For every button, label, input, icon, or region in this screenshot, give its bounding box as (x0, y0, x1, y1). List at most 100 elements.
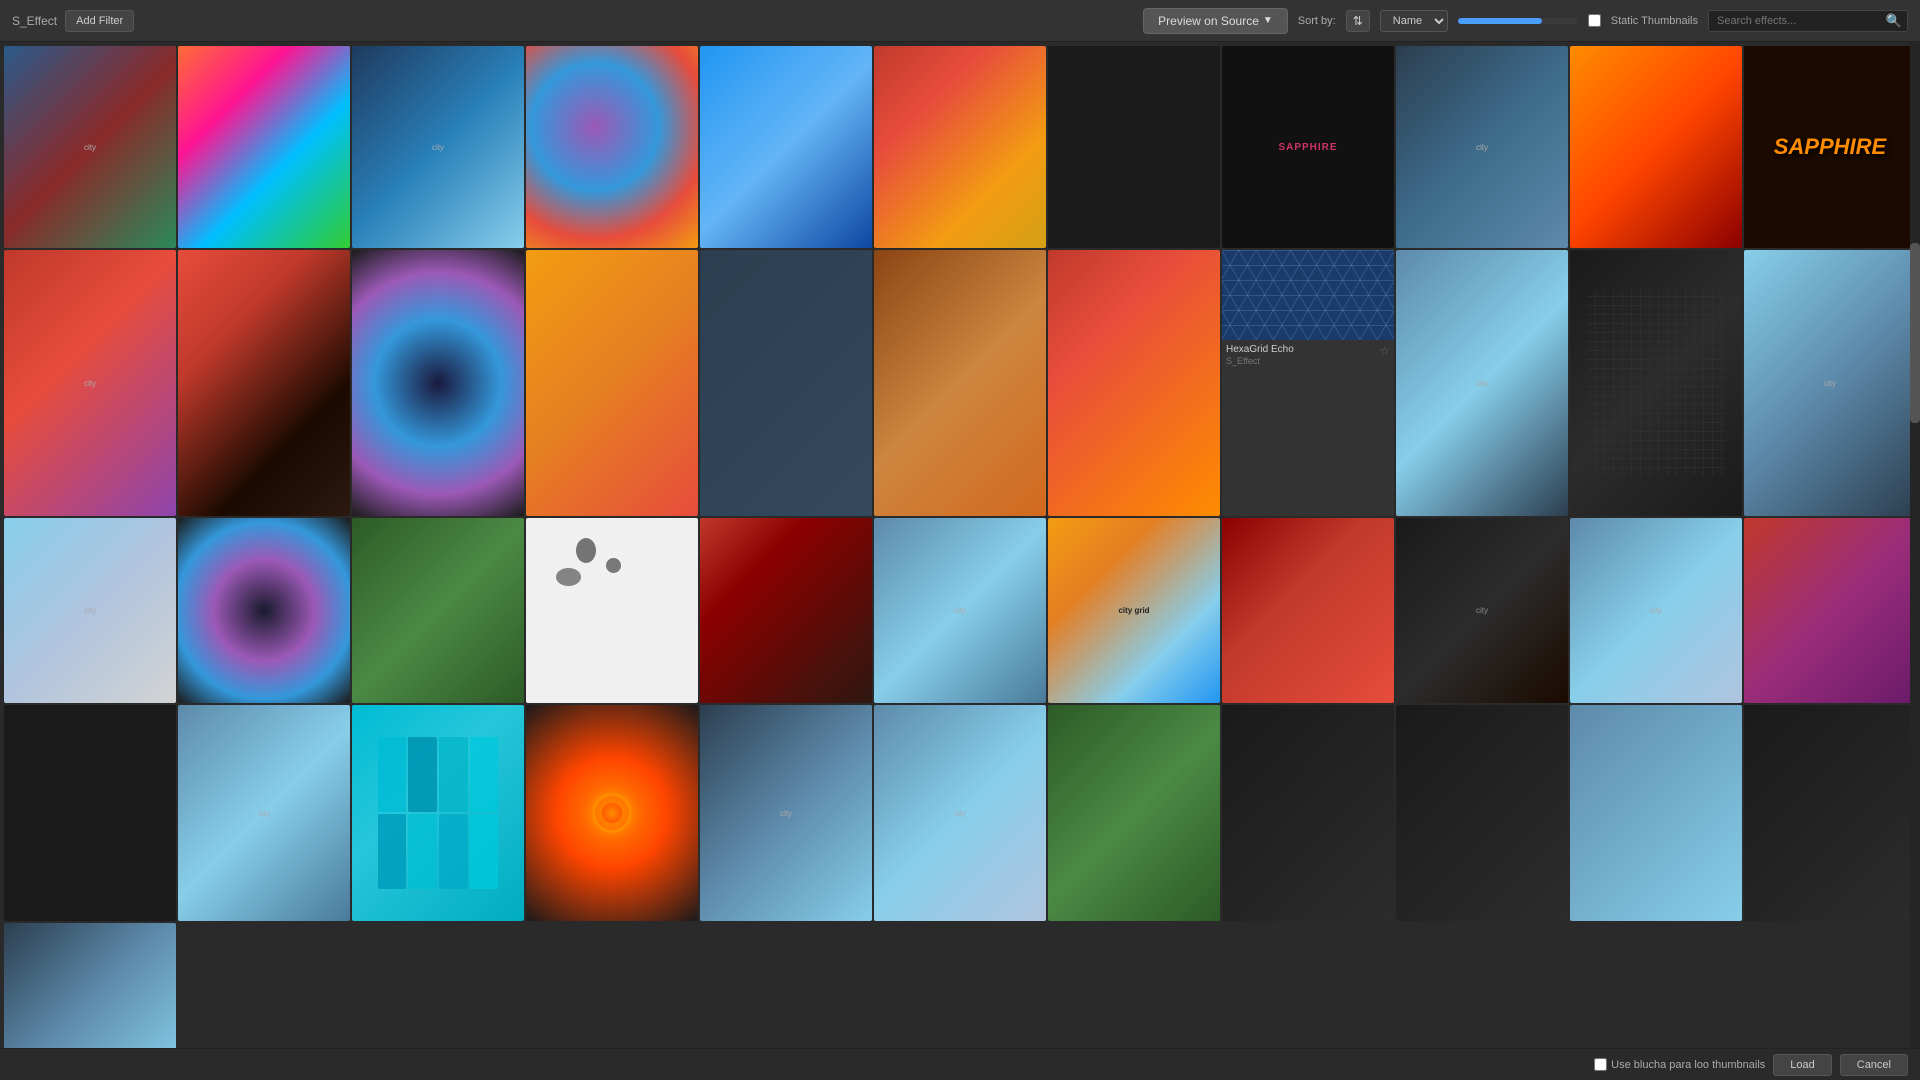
scrollbar-track[interactable] (1910, 42, 1920, 1048)
effect-item-hexaflux[interactable]: HexaFlux S_Effect ☆ (1048, 250, 1220, 516)
cancel-button[interactable]: Cancel (1840, 1054, 1908, 1076)
effect-thumbnail (352, 705, 524, 921)
effect-item-light-gizmo[interactable]: Light Gizmo S_Effect ☆ (526, 705, 698, 921)
effect-item-lcd[interactable]: city LCD Screen S_Effect ☆ (178, 705, 350, 921)
effect-item-halloween[interactable]: Halloween S_Effect ☆ (1570, 46, 1742, 248)
effect-item-glitchy-sort[interactable]: Glitchy Sort S_Effect ☆ (178, 46, 350, 248)
effect-thumbnail (874, 46, 1046, 248)
effect-item-head-dress[interactable]: Head Dress S_Effect ☆ (352, 250, 524, 516)
effect-item-glitch[interactable]: city Glitch S_Effect ☆ (4, 46, 176, 248)
effect-item-ink-blotch[interactable]: Ink Blotch S_Effect ☆ (526, 518, 698, 703)
bottom-bar: Use blucha para loo thumbnails Load Canc… (0, 1048, 1920, 1080)
effect-item-halt-fire[interactable]: city Halt and Catch Fire S_Effect ☆ (4, 250, 176, 516)
effect-thumbnail (1048, 46, 1220, 248)
static-thumbnails-checkbox[interactable] (1588, 14, 1601, 27)
sapphire-text-label: SAPPHIRE (1774, 134, 1886, 160)
effect-thumbnail (1744, 705, 1916, 921)
sort-slider[interactable] (1458, 18, 1578, 24)
blucha-text: Use blucha para loo thumbnails (1611, 1059, 1765, 1071)
effect-thumbnail (178, 250, 350, 516)
effect-item-layered-paper[interactable]: Layered Paper Shreds S_Effect ☆ (1744, 518, 1916, 703)
effect-thumbnail: SAPPHIRE (1222, 46, 1394, 248)
add-filter-button[interactable]: Add Filter (65, 10, 134, 32)
effect-thumbnail (178, 46, 350, 248)
effect-item-light-squares[interactable]: Light Squares S_Effect ☆ (1048, 705, 1220, 921)
effects-grid: city Glitch S_Effect ☆ Glitchy Sort S_Ef… (0, 42, 1920, 1080)
effect-thumbnail: city (1744, 250, 1916, 516)
effect-thumbnail (526, 518, 698, 703)
effect-item-grunge-wall[interactable]: Grunge Wall S_Effect ☆ (1048, 46, 1220, 248)
effect-thumbnail (352, 518, 524, 703)
effect-thumbnail (1222, 518, 1394, 703)
effect-item-bottom2[interactable] (1396, 705, 1568, 921)
effect-item-layered-rain[interactable]: Layered Rain S_Effect ☆ (4, 705, 176, 921)
app-title: S_Effect (12, 14, 57, 28)
effect-item-hologram[interactable]: city Hologram S_Effect ☆ (1744, 250, 1916, 516)
effect-item-heat-haze[interactable]: Heat Haze S_Effect ☆ (526, 250, 698, 516)
effect-item-light-pegs[interactable]: city Light Pegs S_Effect ☆ (700, 705, 872, 921)
effect-thumbnail: city (1396, 46, 1568, 248)
effect-thumbnail (874, 250, 1046, 516)
favorite-icon[interactable]: ☆ (1379, 344, 1390, 358)
blucha-checkbox[interactable] (1594, 1058, 1607, 1071)
effect-thumbnail: city (874, 705, 1046, 921)
effect-item-bottom1[interactable] (1222, 705, 1394, 921)
sort-name-select[interactable]: Name (1380, 10, 1448, 32)
effect-thumbnail (700, 250, 872, 516)
effect-thumbnail (700, 46, 872, 248)
load-button[interactable]: Load (1773, 1054, 1831, 1076)
effect-item-interlock[interactable]: city Interlock Reveal S_Effect ☆ (874, 518, 1046, 703)
search-container: 🔍 (1708, 10, 1908, 32)
effect-thumbnail (700, 518, 872, 703)
effect-item-light-blocks[interactable]: Light Blocks S_Effect ☆ (352, 705, 524, 921)
effect-thumbnail (1396, 705, 1568, 921)
effect-thumbnail (4, 705, 176, 921)
effect-item-dragonfly[interactable]: SAPPHIRE Dragonfly Alpha S_Effect ☆ (1222, 46, 1394, 248)
effect-thumbnail (526, 250, 698, 516)
chevron-down-icon: ▼ (1263, 15, 1273, 26)
effect-item-light-shaft[interactable]: city Light Shaft with Dust S_Effect ☆ (874, 705, 1046, 921)
effect-thumbnail (1570, 46, 1742, 248)
effect-item-incandescent[interactable]: Incandescent Light... S_Effect ☆ (352, 518, 524, 703)
effect-item-late-night[interactable]: city Late Night Haze S_Effect ☆ (1396, 518, 1568, 703)
effect-thumbnail: city (178, 705, 350, 921)
effect-item-layered-flash[interactable]: city Layered Flashbulb S_Effect ☆ (1570, 518, 1742, 703)
effect-thumbnail (1048, 705, 1220, 921)
effect-thumbnail (1570, 250, 1742, 516)
effect-item-bottom3[interactable] (1570, 705, 1742, 921)
effect-item-bottom4[interactable] (1744, 705, 1916, 921)
search-icon: 🔍 (1886, 13, 1902, 29)
effect-item-here-dragons[interactable]: Here Be Dragons S_Effect ☆ (700, 250, 872, 516)
effect-item-hexagrid[interactable]: HexaGrid Echo S_Effect ☆ (1222, 250, 1394, 516)
effect-item-gradient-bokeh[interactable]: Gradient with Bokeh... S_Effect ☆ (526, 46, 698, 248)
effect-item-instant-motion[interactable]: Instant Motion... S_Effect ☆ (700, 518, 872, 703)
effect-item-grunge-treatment[interactable]: Grunge Treatment S_Effect ☆ (874, 46, 1046, 248)
effect-item-harbor[interactable]: Harbor Dreams S_Effect ☆ (178, 250, 350, 516)
effect-thumbnail (1222, 705, 1394, 921)
sort-label: Sort by: (1298, 15, 1336, 27)
effect-thumbnail: city (4, 518, 176, 703)
effect-item-hyperspace[interactable]: HyperSpace S_Effect ☆ (178, 518, 350, 703)
preview-on-source-button[interactable]: Preview on Source ▼ (1143, 8, 1288, 34)
effect-item-home-movie[interactable]: city Home Movie S_Effect ☆ (4, 518, 176, 703)
effect-thumbnail: city (4, 46, 176, 248)
effect-thumbnail: city grid (1048, 518, 1220, 703)
effect-item-holey-wall[interactable]: Holey Wall S_Effect ☆ (1570, 250, 1742, 516)
effect-item-jumbo[interactable]: city grid Jumb-O-tron S_Effect ☆ (1048, 518, 1220, 703)
effect-item-laser[interactable]: Laser Show S_Effect ☆ (1222, 518, 1394, 703)
blucha-label: Use blucha para loo thumbnails (1594, 1058, 1765, 1071)
top-bar: S_Effect Add Filter Preview on Source ▼ … (0, 0, 1920, 42)
effect-item-gopro[interactable]: city GoPro Fixer S_Effect ☆ (352, 46, 524, 248)
top-bar-left: S_Effect Add Filter (12, 10, 1133, 32)
effect-item-halftone[interactable]: city Halftone Vignette S_Effect ☆ (1396, 46, 1568, 248)
effect-item-grid-damage[interactable]: Grid Damage S_Effect ☆ (700, 46, 872, 248)
effect-thumbnail (526, 46, 698, 248)
sort-direction-button[interactable]: ⇅ (1346, 10, 1370, 32)
effect-item-halloween-text[interactable]: SAPPHIRE Halloween Text S_Effect ☆ (1744, 46, 1916, 248)
effect-thumbnail (352, 250, 524, 516)
effect-item-hi8[interactable]: city Hi8 S_Effect ☆ (1396, 250, 1568, 516)
scrollbar-thumb[interactable] (1910, 243, 1920, 423)
effect-thumbnail (526, 705, 698, 921)
search-input[interactable] (1708, 10, 1908, 32)
effect-item-hexacubes[interactable]: Hexacubes S_Effect ☆ (874, 250, 1046, 516)
